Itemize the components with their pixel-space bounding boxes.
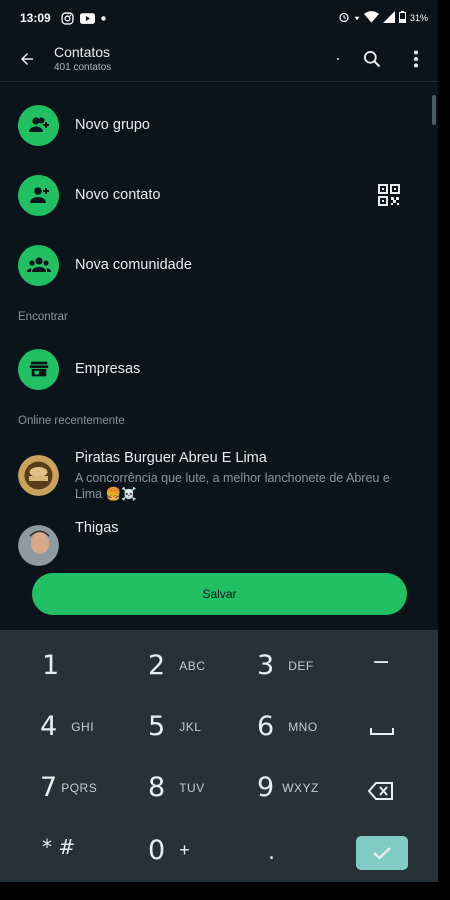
key-letters: WXYZ [282,780,319,795]
title-block: Contatos 401 contatos [54,43,326,75]
status-bar: 13:09 31% [0,0,438,36]
key-letters: DEF [288,658,314,673]
notification-dot-icon [101,15,106,21]
key-digit: 6 [257,711,275,742]
alarm-icon [338,11,350,25]
key-letters: MNO [288,719,318,734]
key-letters: TUV [179,780,205,795]
data-arrow-icon [354,13,360,23]
key-8[interactable]: 8 TUV [148,772,205,803]
key-period[interactable]: . [268,840,275,865]
contact-row[interactable]: Piratas Burguer Abreu E Lima A concorrên… [0,438,438,508]
more-vert-icon [414,50,418,67]
backspace-icon [368,782,393,800]
contact-name: Thigas [75,520,119,536]
arrow-back-icon [21,52,33,65]
contact-name: Piratas Burguer Abreu E Lima [75,450,267,466]
store-icon [18,348,59,390]
new-group-label: Novo grupo [75,117,150,133]
qr-code-icon[interactable] [378,184,400,206]
key-1[interactable]: 1 [42,650,59,681]
minus-icon: − [372,650,391,675]
contacts-list[interactable]: Novo grupo Novo contato Nova comunidade … [0,82,438,630]
app-bar: Contatos 401 contatos [0,36,438,82]
group-add-icon [18,104,59,146]
wifi-icon [363,11,379,25]
instagram-icon [61,11,74,25]
more-options-button[interactable] [394,36,438,82]
contact-row[interactable]: Thigas [0,508,438,578]
section-find: Encontrar [18,311,68,323]
key-digit: . [268,840,275,865]
key-digit: 7 [40,772,58,803]
key-letters: GHI [71,719,95,734]
contact-avatar [18,525,59,566]
contact-avatar [18,455,59,496]
key-digit: 9 [257,772,275,803]
check-icon [373,847,391,860]
back-button[interactable] [0,36,54,82]
key-digit: 0 [148,835,166,866]
key-digit: 1 [42,650,60,681]
enter-button[interactable] [356,836,408,870]
key-letters: ABC [179,658,206,673]
key-5[interactable]: 5 JKL [148,711,201,742]
contact-count: 401 contatos [54,61,112,73]
key-star-hash[interactable]: * # [42,835,75,859]
search-button[interactable] [350,36,394,82]
businesses-label: Empresas [75,361,141,377]
new-community-label: Nova comunidade [75,257,192,273]
save-button[interactable]: Salvar [32,573,407,615]
space-bar-icon [370,728,394,735]
dot-icon [337,57,339,60]
key-digit: * # [42,835,76,859]
contact-status: A concorrência que lute, a melhor lancho… [75,471,390,501]
page-title: Contatos [54,43,111,60]
system-nav-bar [0,882,450,900]
key-digit: 8 [148,772,166,803]
key-backspace[interactable] [368,782,394,800]
key-6[interactable]: 6 MNO [257,711,318,742]
businesses-item[interactable]: Empresas [0,334,438,404]
key-7[interactable]: 7 PQRS [40,772,97,803]
battery-percent: 31% [409,13,428,23]
key-letters: PQRS [61,780,98,795]
key-9[interactable]: 9 WXYZ [257,772,319,803]
app-bar-actions [326,36,438,82]
key-digit: 4 [40,711,58,742]
key-0[interactable]: 0 + [148,835,190,866]
new-community-item[interactable]: Nova comunidade [0,230,438,300]
youtube-icon [79,12,95,24]
status-right: 31% [338,11,428,25]
overflow-dot [326,36,350,82]
key-space[interactable] [370,726,394,736]
key-plus: + [179,840,191,860]
key-digit: 5 [148,711,166,742]
community-icon [18,244,59,286]
list-scrollbar[interactable] [432,95,436,125]
contacts-screen: 13:09 31% Contatos 401 contatos Novo gru… [0,0,438,882]
new-contact-item[interactable]: Novo contato [0,160,438,230]
key-4[interactable]: 4 GHI [40,711,94,742]
key-minus[interactable]: − [372,650,390,675]
new-group-item[interactable]: Novo grupo [0,90,438,160]
new-contact-label: Novo contato [75,187,161,203]
search-icon [364,50,381,67]
key-letters: JKL [179,719,202,734]
battery-icon [398,11,406,25]
signal-icon [382,11,395,25]
key-2[interactable]: 2 ABC [148,650,205,681]
key-3[interactable]: 3 DEF [257,650,314,681]
person-add-icon [18,174,59,216]
status-time: 13:09 [20,11,51,25]
key-digit: 2 [148,650,166,681]
section-online: Online recentemente [18,415,125,427]
key-digit: 3 [257,650,275,681]
